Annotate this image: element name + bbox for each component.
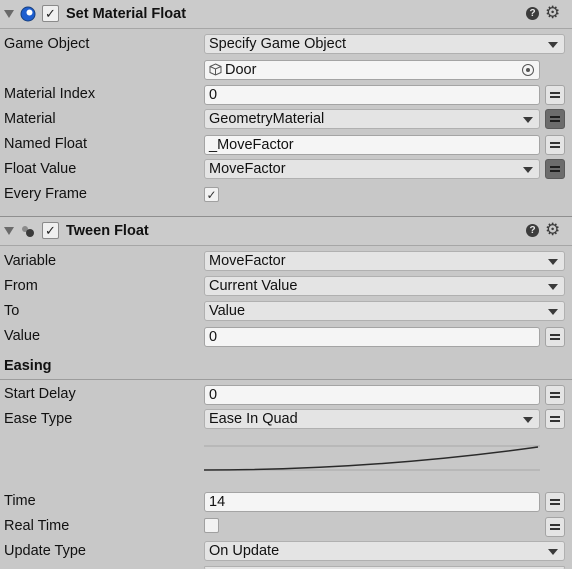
action-title: Tween Float	[66, 223, 149, 239]
help-icon[interactable]: ?	[526, 224, 539, 237]
variable-toggle-button[interactable]	[545, 109, 565, 129]
variable-label: Variable	[4, 253, 57, 269]
update-type-dropdown[interactable]: On Update	[204, 541, 565, 561]
value-label: Value	[4, 328, 41, 344]
tween-icon	[22, 226, 34, 237]
start-delay-label: Start Delay	[4, 386, 76, 402]
object-picker-icon[interactable]	[522, 64, 534, 76]
start-delay-input[interactable]: 0	[204, 385, 540, 405]
gear-icon[interactable]: ⚙	[545, 3, 560, 23]
chevron-down-icon	[548, 549, 558, 555]
real-time-checkbox[interactable]	[204, 518, 219, 533]
foldout-arrow-icon[interactable]	[4, 10, 14, 18]
variable-dropdown[interactable]: MoveFactor	[204, 251, 565, 271]
ease-type-label: Ease Type	[4, 411, 73, 427]
cube-icon	[209, 63, 222, 76]
ease-curve-preview	[204, 445, 540, 471]
action-title: Set Material Float	[66, 6, 187, 22]
float-value-dropdown-value: MoveFactor	[209, 161, 286, 177]
ease-type-dropdown-value: Ease In Quad	[209, 411, 298, 427]
value-input[interactable]: 0	[204, 327, 540, 347]
named-float-input[interactable]: _MoveFactor	[204, 135, 540, 155]
material-index-label: Material Index	[4, 86, 96, 102]
every-frame-checkbox[interactable]: ✓	[204, 187, 219, 202]
ease-curve-line	[204, 446, 539, 471]
update-type-label: Update Type	[4, 543, 86, 559]
chevron-down-icon	[548, 309, 558, 315]
from-dropdown-value: Current Value	[209, 278, 298, 294]
update-type-dropdown-value: On Update	[209, 543, 280, 559]
chevron-down-icon	[523, 167, 533, 173]
variable-dropdown-value: MoveFactor	[209, 253, 286, 269]
ease-type-dropdown[interactable]: Ease In Quad	[204, 409, 540, 429]
chevron-down-icon	[523, 117, 533, 123]
tween-float-header[interactable]: ✓ Tween Float ? ⚙	[0, 216, 572, 246]
section-divider	[0, 379, 572, 380]
game-object-field[interactable]: Door	[204, 60, 540, 80]
chevron-down-icon	[548, 42, 558, 48]
game-object-label: Game Object	[4, 36, 90, 52]
time-input[interactable]: 14	[204, 492, 540, 512]
variable-toggle-button[interactable]	[545, 135, 565, 155]
globe-icon	[20, 6, 36, 22]
real-time-label: Real Time	[4, 518, 70, 534]
game-object-field-value: Door	[225, 62, 257, 78]
to-label: To	[4, 303, 20, 319]
float-value-dropdown[interactable]: MoveFactor	[204, 159, 540, 179]
enabled-checkbox[interactable]: ✓	[42, 5, 59, 22]
variable-toggle-button[interactable]	[545, 409, 565, 429]
variable-toggle-button[interactable]	[545, 517, 565, 537]
chevron-down-icon	[523, 417, 533, 423]
chevron-down-icon	[548, 284, 558, 290]
variable-toggle-button[interactable]	[545, 385, 565, 405]
material-index-input[interactable]: 0	[204, 85, 540, 105]
game-object-dropdown[interactable]: Specify Game Object	[204, 34, 565, 54]
variable-toggle-button[interactable]	[545, 159, 565, 179]
float-value-label: Float Value	[4, 161, 77, 177]
variable-toggle-button[interactable]	[545, 85, 565, 105]
chevron-down-icon	[548, 259, 558, 265]
from-label: From	[4, 278, 38, 294]
every-frame-label: Every Frame	[4, 186, 87, 202]
foldout-arrow-icon[interactable]	[4, 227, 14, 235]
from-dropdown[interactable]: Current Value	[204, 276, 565, 296]
set-material-float-header[interactable]: ✓ Set Material Float ? ⚙	[0, 0, 572, 29]
variable-toggle-button[interactable]	[545, 327, 565, 347]
to-dropdown-value: Value	[209, 303, 246, 319]
easing-section-title: Easing	[4, 358, 52, 374]
game-object-dropdown-value: Specify Game Object	[209, 36, 346, 52]
enabled-checkbox[interactable]: ✓	[42, 222, 59, 239]
help-icon[interactable]: ?	[526, 7, 539, 20]
material-dropdown-value: GeometryMaterial	[209, 111, 325, 127]
material-label: Material	[4, 111, 56, 127]
named-float-label: Named Float	[4, 136, 88, 152]
time-label: Time	[4, 493, 36, 509]
material-dropdown[interactable]: GeometryMaterial	[204, 109, 540, 129]
variable-toggle-button[interactable]	[545, 492, 565, 512]
gear-icon[interactable]: ⚙	[545, 220, 560, 240]
to-dropdown[interactable]: Value	[204, 301, 565, 321]
